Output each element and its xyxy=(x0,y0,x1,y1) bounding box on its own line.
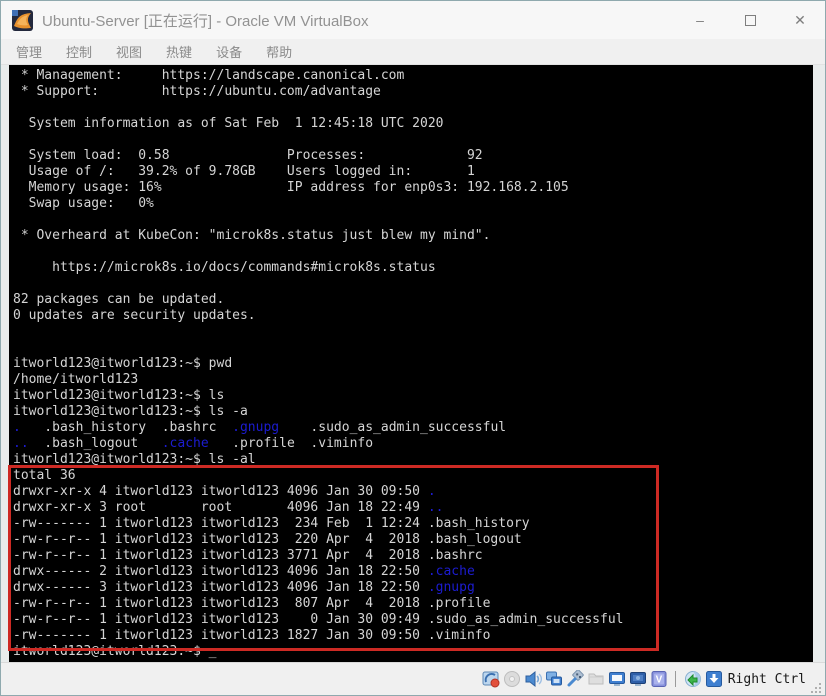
close-button[interactable]: ✕ xyxy=(775,1,825,39)
close-icon: ✕ xyxy=(794,12,806,29)
host-key-label: Right Ctrl xyxy=(728,672,806,687)
display-icon[interactable] xyxy=(608,670,626,688)
terminal-line: 82 packages can be updated. xyxy=(13,292,623,308)
terminal-line: * Support: https://ubuntu.com/advantage xyxy=(13,84,623,100)
features-icon[interactable]: V xyxy=(650,670,668,688)
terminal-line xyxy=(13,100,623,116)
maximize-button[interactable] xyxy=(725,1,775,39)
terminal-line: drwxr-xr-x 3 root root 4096 Jan 18 22:49… xyxy=(13,500,623,516)
terminal-line xyxy=(13,244,623,260)
usb-icon[interactable] xyxy=(566,670,584,688)
terminal-line xyxy=(13,212,623,228)
optical-drives-icon[interactable] xyxy=(503,670,521,688)
terminal-line: -rw-r--r-- 1 itworld123 itworld123 0 Jan… xyxy=(13,612,623,628)
svg-text:V: V xyxy=(655,675,662,686)
virtualbox-window: Ubuntu-Server [正在运行] - Oracle VM Virtual… xyxy=(0,0,826,696)
menu-item-control[interactable]: 控制 xyxy=(54,38,104,65)
terminal-line: itworld123@itworld123:~$ _ xyxy=(13,644,623,660)
terminal-line: drwx------ 3 itworld123 itworld123 4096 … xyxy=(13,580,623,596)
terminal-line: .. .bash_logout .cache .profile .viminfo xyxy=(13,436,623,452)
menu-item-machine[interactable]: 管理 xyxy=(4,38,54,65)
terminal-line: * Overheard at KubeCon: "microk8s.status… xyxy=(13,228,623,244)
terminal-line: -rw-r--r-- 1 itworld123 itworld123 3771 … xyxy=(13,548,623,564)
minimize-icon: – xyxy=(696,12,704,28)
window-controls: – ✕ xyxy=(675,1,825,39)
terminal-line: itworld123@itworld123:~$ ls -al xyxy=(13,452,623,468)
virtualbox-icon xyxy=(12,10,33,31)
hard-disks-icon[interactable] xyxy=(482,670,500,688)
terminal-screen[interactable]: * Management: https://landscape.canonica… xyxy=(9,65,813,662)
window-title: Ubuntu-Server [正在运行] - Oracle VM Virtual… xyxy=(42,10,675,31)
menu-item-hotkeys[interactable]: 热键 xyxy=(154,38,204,65)
shared-folders-icon[interactable] xyxy=(587,670,605,688)
menu-bar: 管理控制视图热键设备帮助 xyxy=(1,39,825,65)
menu-item-devices[interactable]: 设备 xyxy=(204,38,254,65)
statusbar-separator xyxy=(675,671,676,687)
terminal-line: * Management: https://landscape.canonica… xyxy=(13,68,623,84)
terminal-line: itworld123@itworld123:~$ ls xyxy=(13,388,623,404)
terminal-text: * Management: https://landscape.canonica… xyxy=(13,68,623,660)
maximize-icon xyxy=(745,15,756,26)
terminal-line xyxy=(13,276,623,292)
terminal-line: total 36 xyxy=(13,468,623,484)
keyboard-capture-icon[interactable] xyxy=(705,670,723,688)
menu-item-help[interactable]: 帮助 xyxy=(254,38,304,65)
title-bar: Ubuntu-Server [正在运行] - Oracle VM Virtual… xyxy=(1,1,825,39)
minimize-button[interactable]: – xyxy=(675,1,725,39)
terminal-line: drwxr-xr-x 4 itworld123 itworld123 4096 … xyxy=(13,484,623,500)
menu-item-view[interactable]: 视图 xyxy=(104,38,154,65)
terminal-line: Swap usage: 0% xyxy=(13,196,623,212)
terminal-line xyxy=(13,340,623,356)
terminal-line: -rw------- 1 itworld123 itworld123 234 F… xyxy=(13,516,623,532)
resize-grip[interactable] xyxy=(810,682,822,694)
terminal-line: System load: 0.58 Processes: 92 xyxy=(13,148,623,164)
network-icon[interactable] xyxy=(545,670,563,688)
terminal-line xyxy=(13,132,623,148)
terminal-line: itworld123@itworld123:~$ pwd xyxy=(13,356,623,372)
terminal-line: https://microk8s.io/docs/commands#microk… xyxy=(13,260,623,276)
terminal-line: drwx------ 2 itworld123 itworld123 4096 … xyxy=(13,564,623,580)
terminal-line: -rw-r--r-- 1 itworld123 itworld123 807 A… xyxy=(13,596,623,612)
terminal-line: /home/itworld123 xyxy=(13,372,623,388)
mouse-integration-icon[interactable] xyxy=(684,670,702,688)
terminal-line: Memory usage: 16% IP address for enp0s3:… xyxy=(13,180,623,196)
terminal-line: 0 updates are security updates. xyxy=(13,308,623,324)
status-bar: V Right Ctrl xyxy=(1,662,825,695)
terminal-line: Usage of /: 39.2% of 9.78GB Users logged… xyxy=(13,164,623,180)
terminal-line: System information as of Sat Feb 1 12:45… xyxy=(13,116,623,132)
terminal-line: -rw-r--r-- 1 itworld123 itworld123 220 A… xyxy=(13,532,623,548)
audio-icon[interactable] xyxy=(524,670,542,688)
terminal-line xyxy=(13,324,623,340)
recording-icon[interactable] xyxy=(629,670,647,688)
terminal-line: itworld123@itworld123:~$ ls -a xyxy=(13,404,623,420)
terminal-line: . .bash_history .bashrc .gnupg .sudo_as_… xyxy=(13,420,623,436)
terminal-line: -rw------- 1 itworld123 itworld123 1827 … xyxy=(13,628,623,644)
